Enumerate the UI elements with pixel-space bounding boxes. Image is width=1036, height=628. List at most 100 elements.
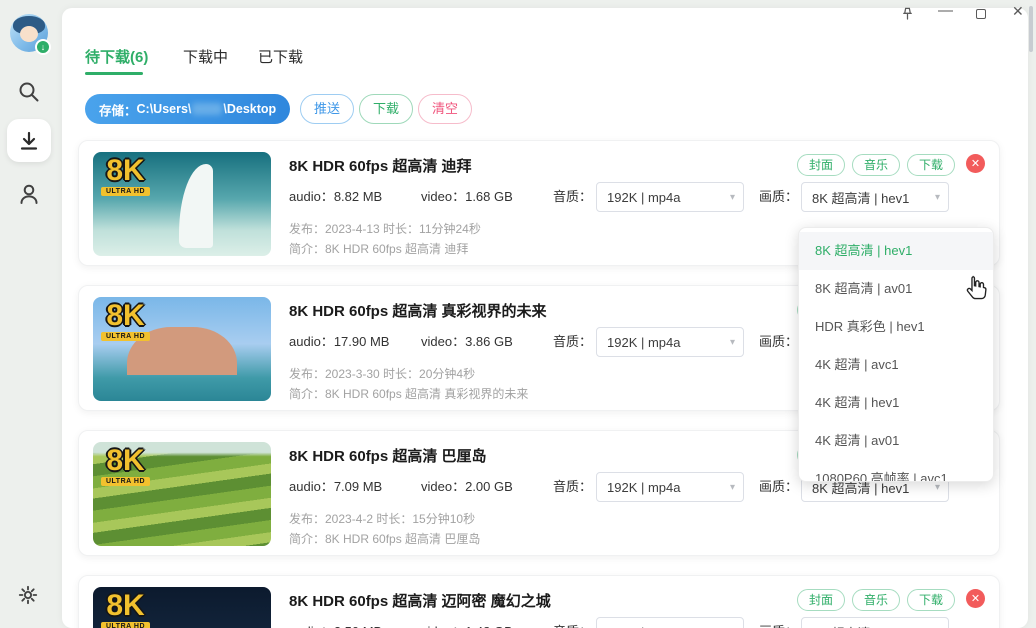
8k-ultrahd-badge: 8K ULTRA HD bbox=[101, 444, 150, 486]
video-label: video： bbox=[421, 479, 466, 494]
audio-label: audio： bbox=[289, 189, 334, 204]
video-size-value: 1.48 GB bbox=[465, 624, 513, 628]
maximize-button[interactable] bbox=[976, 9, 986, 19]
badge-ultrahd-text: ULTRA HD bbox=[101, 186, 150, 196]
video-card: 8K ULTRA HD 8K HDR 60fps 超高清 迈阿密 魔幻之城 封面… bbox=[78, 575, 1000, 628]
dropdown-option[interactable]: 4K 超清 | av01 bbox=[799, 422, 993, 460]
card-action-tags: 封面 音乐 下载 bbox=[796, 589, 955, 611]
dropdown-option[interactable]: HDR 真彩色 | hev1 bbox=[799, 308, 993, 346]
badge-8k-text: 8K bbox=[106, 589, 145, 622]
storage-path-button[interactable]: 存储： C:\Users\ \Desktop bbox=[85, 94, 291, 124]
video-size: video：2.00 GB bbox=[421, 472, 513, 502]
dropdown-option[interactable]: 4K 超清 | hev1 bbox=[799, 384, 993, 422]
audio-quality-label: 音质： bbox=[553, 617, 592, 628]
cover-tag-button[interactable]: 封面 bbox=[796, 154, 845, 176]
video-label: video： bbox=[421, 624, 465, 628]
mouse-cursor-hand bbox=[963, 274, 988, 306]
user-icon[interactable] bbox=[17, 182, 41, 206]
video-title: 8K HDR 60fps 超高清 巴厘岛 bbox=[289, 448, 487, 465]
settings-gear-icon[interactable] bbox=[17, 584, 41, 608]
audio-quality-select[interactable]: 192K | mp4a ▾ bbox=[596, 327, 744, 357]
storage-path-prefix: C:\Users\ bbox=[136, 102, 192, 116]
active-tab-indicator bbox=[85, 72, 143, 75]
publish-info: 发布：2023-4-13 时长：11分钟24秒 bbox=[289, 222, 481, 236]
description-info: 简介：8K HDR 60fps 超高清 真彩视界的未来 bbox=[289, 387, 529, 401]
audio-quality-label: 音质： bbox=[553, 189, 593, 204]
minimize-button[interactable]: — bbox=[938, 2, 953, 19]
8k-ultrahd-badge: 8K ULTRA HD bbox=[101, 156, 150, 196]
publish-info: 发布：2023-4-2 时长：15分钟10秒 bbox=[289, 512, 476, 526]
video-thumbnail: 8K ULTRA HD bbox=[93, 152, 271, 256]
video-size: video：1.68 GB bbox=[421, 182, 513, 212]
download-tag-button[interactable]: 下载 bbox=[906, 154, 955, 176]
description-info: 简介：8K HDR 60fps 超高清 巴厘岛 bbox=[289, 532, 481, 546]
video-quality-dropdown: 8K 超高清 | hev1 8K 超高清 | av01 HDR 真彩色 | hev1… bbox=[798, 227, 994, 482]
censored-username bbox=[192, 103, 223, 115]
chevron-down-icon: ▾ bbox=[729, 191, 735, 203]
video-quality-value: 8K 超高清 | hev1 bbox=[812, 190, 910, 206]
music-tag-button[interactable]: 音乐 bbox=[851, 154, 900, 176]
audio-quality-value: 192K | mp4a bbox=[607, 625, 726, 628]
close-icon: ✕ bbox=[1012, 3, 1024, 19]
dropdown-option[interactable]: 8K 超高清 | hev1 bbox=[799, 232, 993, 270]
sidebar-item-downloads[interactable] bbox=[7, 119, 51, 162]
video-thumbnail: 8K ULTRA HD bbox=[93, 442, 271, 546]
video-quality-select[interactable]: 8K 超高清 | hev1 ▾ bbox=[801, 182, 949, 212]
clear-button[interactable]: 清空 bbox=[418, 94, 473, 124]
video-title: 8K HDR 60fps 超高清 真彩视界的未来 bbox=[289, 303, 547, 320]
download-tag-button[interactable]: 下载 bbox=[906, 589, 955, 611]
8k-ultrahd-badge: 8K ULTRA HD bbox=[101, 301, 150, 341]
dropdown-option[interactable]: 4K 超清 | avc1 bbox=[799, 346, 993, 384]
chevron-down-icon: ▾ bbox=[729, 481, 735, 493]
audio-quality-select[interactable]: 192K | mp4a ▾ bbox=[596, 617, 744, 628]
close-window-button[interactable]: ✕ bbox=[1012, 3, 1024, 20]
audio-quality-label: 音质： bbox=[553, 334, 593, 349]
pin-on-top-icon[interactable] bbox=[900, 6, 915, 27]
8k-ultrahd-badge: 8K ULTRA HD bbox=[101, 589, 150, 628]
video-size-value: 2.00 GB bbox=[465, 479, 513, 494]
remove-card-button[interactable]: ✕ bbox=[966, 154, 985, 173]
user-avatar[interactable]: ↓ bbox=[10, 14, 51, 55]
search-icon[interactable] bbox=[17, 80, 41, 104]
video-quality-select[interactable]: 8K 超高清 | hev1 ▾ bbox=[801, 617, 949, 628]
audio-quality-select[interactable]: 192K | mp4a ▾ bbox=[596, 182, 744, 212]
downloader-app: ↓ — ✕ 待下载(6) 下载中 已下载 存储： C:\Users\ \Desk… bbox=[0, 0, 1036, 628]
audio-label: audio： bbox=[289, 624, 334, 628]
music-tag-button[interactable]: 音乐 bbox=[851, 589, 900, 611]
video-quality-label: 画质： bbox=[759, 617, 798, 628]
video-size: video：3.86 GB bbox=[421, 327, 513, 357]
video-quality-label: 画质： bbox=[759, 334, 799, 349]
audio-size: audio：17.90 MB bbox=[289, 327, 389, 357]
audio-size: audio：2.50 MB bbox=[289, 617, 382, 628]
badge-8k-text: 8K bbox=[106, 444, 145, 477]
close-icon: ✕ bbox=[970, 593, 981, 605]
dropdown-option-list: 8K 超高清 | hev1 8K 超高清 | av01 HDR 真彩色 | hev1… bbox=[799, 232, 993, 481]
tab-downloaded[interactable]: 已下载 bbox=[258, 46, 303, 67]
remove-card-button[interactable]: ✕ bbox=[966, 589, 985, 608]
video-quality-label: 画质： bbox=[759, 479, 799, 494]
badge-ultrahd-text: ULTRA HD bbox=[101, 621, 150, 628]
audio-size-value: 7.09 MB bbox=[333, 479, 383, 494]
publish-info: 发布：2023-3-30 时长：20分钟4秒 bbox=[289, 367, 476, 381]
video-thumbnail: 8K ULTRA HD bbox=[93, 587, 271, 628]
audio-quality-value: 192K | mp4a bbox=[607, 334, 681, 350]
audio-size-value: 2.50 MB bbox=[334, 624, 382, 628]
avatar-art bbox=[20, 26, 38, 42]
chevron-down-icon: ▾ bbox=[934, 191, 940, 203]
storage-path-suffix: \Desktop bbox=[223, 102, 277, 116]
tab-downloading[interactable]: 下载中 bbox=[183, 46, 228, 67]
chevron-down-icon: ▾ bbox=[729, 336, 735, 348]
tab-pending-downloads[interactable]: 待下载(6) bbox=[85, 46, 148, 67]
download-all-button[interactable]: 下载 bbox=[359, 94, 414, 124]
download-icon bbox=[20, 131, 38, 150]
video-size-value: 1.68 GB bbox=[465, 189, 513, 204]
dropdown-option[interactable]: 1080P60 高帧率 | avc1 bbox=[799, 460, 993, 481]
audio-quality-select[interactable]: 192K | mp4a ▾ bbox=[596, 472, 744, 502]
audio-quality-label: 音质： bbox=[553, 479, 593, 494]
audio-size: audio：8.82 MB bbox=[289, 182, 382, 212]
audio-quality-value: 192K | mp4a bbox=[607, 479, 681, 495]
cover-tag-button[interactable]: 封面 bbox=[796, 589, 845, 611]
push-button[interactable]: 推送 bbox=[300, 94, 355, 124]
avatar-download-badge-icon: ↓ bbox=[35, 39, 51, 55]
dropdown-scrollbar[interactable] bbox=[1029, 6, 1033, 52]
